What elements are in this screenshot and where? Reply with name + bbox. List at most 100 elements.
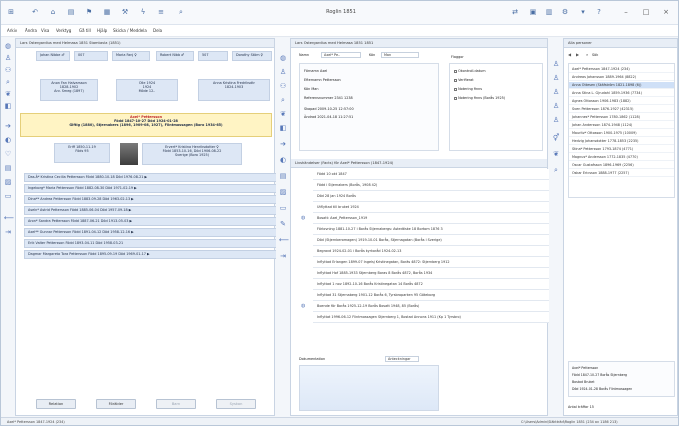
search-person-icon[interactable]: ⌕ [4,78,12,86]
help-icon[interactable]: ? [595,8,603,16]
places-icon[interactable]: ◐ [4,136,12,144]
globe-icon[interactable]: ◍ [4,42,12,50]
export-icon[interactable]: ⇥ [4,228,12,236]
search-icon[interactable]: ⌕ [279,96,287,104]
child-row[interactable]: Das-å* Kristina Cecilia Pettersson Född … [24,173,280,182]
person-link-icon[interactable]: ♙ [552,102,560,110]
notes-area[interactable] [299,365,439,411]
relation-button[interactable]: Relation [36,399,76,409]
media-icon[interactable]: ▨ [279,188,287,196]
media-icon[interactable]: ▨ [4,178,12,186]
person-list-item-selected[interactable]: Anna Ottesen (Skäfström 1821-1898 (6)) [569,82,674,89]
person-list-item[interactable]: Stina* Pettersson 1793-1874 (4771) [569,146,674,153]
home-icon[interactable]: ⌂ [49,8,57,16]
person-icon[interactable]: ♙ [552,74,560,82]
sex-select[interactable]: Man [381,52,419,58]
menu-item-visa[interactable]: Visa [41,28,49,33]
ancestor-card[interactable]: Johan Nibbe ♂ [36,51,70,61]
person-edit-icon[interactable]: ♙ [552,88,560,96]
view-icon[interactable]: ▾ [579,8,587,16]
person-list-item[interactable]: Magnus* Andersson 1772-1835 (4770) [569,154,674,161]
event-row[interactable]: Inflyttat 1996-06-12 Flintmossagen Stjer… [313,312,561,323]
spouse-card-left[interactable]: Eriff 1850-11-19 Föds 95 [54,143,110,163]
menu-item-dela[interactable]: Dela [153,28,162,33]
back-arrow-icon[interactable]: ⟵ [279,236,289,244]
edit-icon[interactable]: ✎ [279,220,287,228]
chart-icon[interactable]: ▥ [545,8,553,16]
tree-icon[interactable]: ❦ [552,150,560,158]
ancestor-card[interactable]: Maria Fanj ♀ [112,51,150,61]
sources-icon[interactable]: ◧ [279,124,287,132]
child-row[interactable]: Aseln* Astrid Pettersson Född 1885-06-04… [24,206,280,215]
open-file-icon[interactable]: ▤ [67,8,75,16]
search-label[interactable]: Sök [592,53,598,57]
gender-icon[interactable]: ⚥ [552,134,560,142]
places-icon[interactable]: ◐ [279,156,287,164]
person-list-item[interactable]: Anna Stina L. Gjrudahl 1859-1936 (7734) [569,90,674,97]
focus-person-card[interactable]: Axel* Pettersson Född 1847-10-27 Död 192… [20,113,272,137]
sibling-button[interactable]: Syskon [216,399,256,409]
list-icon[interactable]: ≡ [157,8,165,16]
event-row[interactable]: Boende för Borås 1925-12-19 Borås Bosatt… [313,301,561,312]
event-row[interactable]: Inflyttad 31 Stjernaberg 1901-12 Borås 6… [313,290,561,301]
notes-icon[interactable]: ▭ [279,204,287,212]
family-icon[interactable]: ⚇ [279,82,287,90]
menu-item-skicka[interactable]: Skicka / Meddela [113,28,147,33]
sources-icon[interactable]: ◧ [4,102,12,110]
menu-item-andra[interactable]: Ändra [25,28,37,33]
child-button[interactable]: Barn [156,399,196,409]
family-icon[interactable]: ⚇ [4,66,12,74]
back-icon[interactable]: ↶ [31,8,39,16]
minimize-button[interactable]: – [621,7,631,17]
nav-arrow-icon[interactable]: ➔ [4,122,12,130]
flag-item[interactable]: Verifierat [454,77,474,84]
event-row[interactable]: Inflyttad Erlangen 1899-07 Ingelsj Krist… [313,257,561,268]
close-button[interactable]: × [661,7,671,17]
report-icon[interactable]: ▤ [4,164,12,172]
calendar-icon[interactable]: ▣ [529,8,537,16]
flag-icon[interactable]: ⚑ [85,8,93,16]
ancestor-card[interactable]: 007 [74,51,108,61]
grandparent-card[interactable]: Anon Fan Halvarsson 1828-1902 Arv. Smeg … [40,79,98,101]
flag-checkbox[interactable] [454,87,457,91]
person-remove-icon[interactable]: ♙ [552,116,560,124]
person-list-item[interactable]: Oscar Gustafsson 1896-1969 (2256) [569,162,674,169]
event-row[interactable]: Född 10 okt 1847 [313,169,561,180]
name-field[interactable]: Axel* Pe.. [321,52,361,58]
notes-dropdown[interactable]: Anteckningar [385,356,419,362]
menu-item-gatill[interactable]: Gå till [79,28,91,33]
flag-checkbox[interactable] [454,78,457,82]
heart-icon[interactable]: ♡ [4,150,12,158]
export-icon[interactable]: ⇥ [279,252,287,260]
tools-icon[interactable]: ⚒ [121,8,129,16]
flag-item[interactable]: Notering finns (Borås 1925) [454,95,505,102]
flag-checkbox[interactable] [454,96,457,100]
person-list-item[interactable]: Axel* Pettersson 1847-1924 (234) [569,66,674,73]
event-row[interactable]: Förlovning 1881-10-27 i Borås Stjernaber… [313,224,561,235]
ancestor-card[interactable]: Robert Nibb ♂ [156,51,194,61]
print-icon[interactable]: ▦ [103,8,111,16]
notes-icon[interactable]: ▭ [4,192,12,200]
settings-icon[interactable]: ⚙ [561,8,569,16]
child-row[interactable]: Axel** Gunnar Pettersson Född 1891-04-12… [24,228,280,237]
person-list-item[interactable]: Sven Pettersson 1876-1927 (42315) [569,106,674,113]
event-row[interactable]: Begravd 1924-02-01 i Borås kyrkoråd 1924… [313,246,561,257]
forward-icon[interactable]: ▶ [576,52,579,57]
person-list-item[interactable]: Johan Andersson 1874-1948 (1124) [569,122,674,129]
event-row[interactable]: Bosatt: Axel_Pettersson_1919 [313,213,561,224]
person-list-item[interactable]: Hedvig Johansdotter 1778-1853 (2235) [569,138,674,145]
ancestor-card[interactable]: 507 [198,51,228,61]
menu-item-verktyg[interactable]: Verktyg [56,28,71,33]
person-icon[interactable]: ♙ [279,68,287,76]
nav-arrow-icon[interactable]: ➔ [279,140,287,148]
compare-icon[interactable]: ⇄ [511,8,519,16]
back-arrow-icon[interactable]: ⟵ [4,214,14,222]
event-row[interactable]: Född i Stjernabers (Borås, 1908 42) [313,180,561,191]
menu-item-arkiv[interactable]: Arkiv [7,28,17,33]
flag-item[interactable]: Okontroll.datum [454,68,486,75]
flash-icon[interactable]: ϟ [139,8,147,16]
event-row[interactable]: Död (Stjernberomagen) 1919-10-01 Borås, … [313,235,561,246]
flag-item[interactable]: Notering finns [454,86,482,93]
person-list-item[interactable]: Oskar Ericsson 1888-1977 (2257) [569,170,674,177]
event-row[interactable]: Död 28 jan 1924 Borås [313,191,561,202]
